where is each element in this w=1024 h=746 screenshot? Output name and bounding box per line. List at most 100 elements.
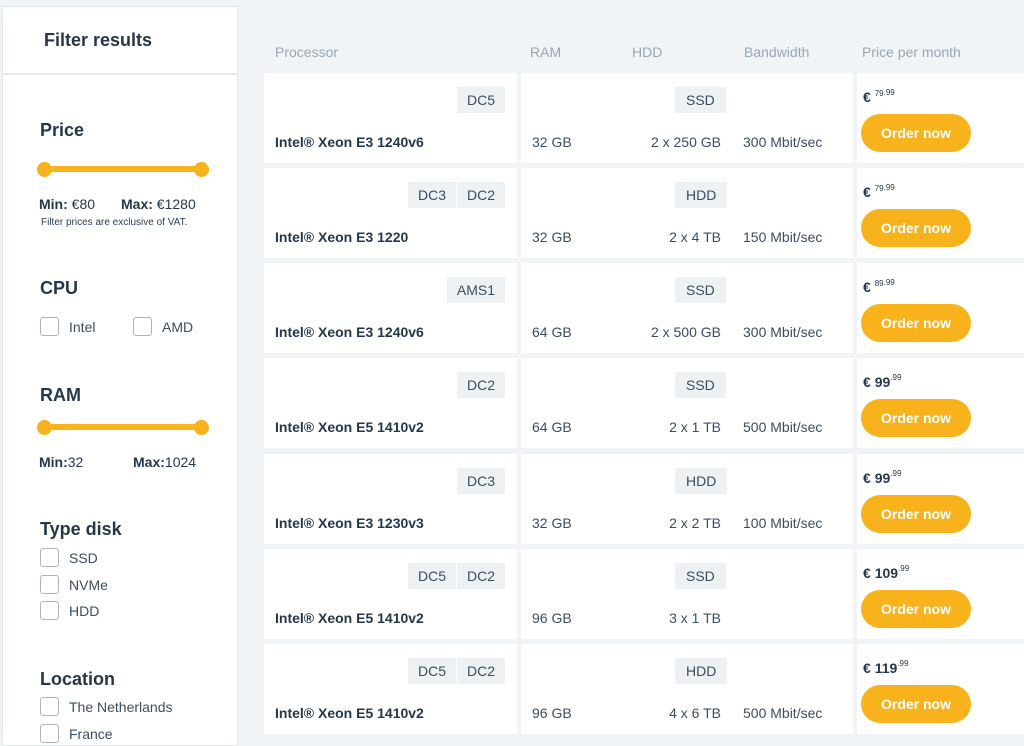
table-row: DC2 Intel® Xeon E5 1410v2 64 GB SSD 2 x 1 TB… [264,358,1024,448]
ram-slider[interactable] [37,420,209,435]
hdd-checkbox[interactable] [40,601,59,620]
location-option-netherlands[interactable]: The Netherlands [40,697,173,716]
price-slider-track [39,166,207,172]
header-bandwidth: Bandwidth [744,44,810,60]
ram-value: 96 GB [532,610,572,626]
table-row: DC2 DC3 Intel® Xeon E3 1220 32 GB HDD 2 x 4 T… [264,168,1024,258]
price-cell: € 99.99 Order now [857,454,1024,544]
order-now-button[interactable]: Order now [861,209,971,247]
order-now-button[interactable]: Order now [861,685,971,723]
specs-cell: 64 GB SSD 2 x 500 GB 300 Mbit/sec [521,263,853,353]
price-value: € 119.99 [863,659,909,676]
france-checkbox[interactable] [40,724,59,743]
netherlands-checkbox[interactable] [40,697,59,716]
ram-max: Max:1024 [133,454,197,470]
price-value: € 99.99 [863,469,902,486]
processor-name: Intel® Xeon E3 1230v3 [275,515,424,531]
nvme-checkbox[interactable] [40,575,59,594]
processor-cell: DC5 Intel® Xeon E3 1240v6 [264,73,517,163]
netherlands-label: The Netherlands [69,698,173,715]
processor-cell: DC2 Intel® Xeon E5 1410v2 [264,358,517,448]
hdd-value: 2 x 1 TB [669,419,721,435]
specs-cell: 32 GB SSD 2 x 250 GB 300 Mbit/sec [521,73,853,163]
order-now-button[interactable]: Order now [861,590,971,628]
header-hdd: HDD [632,44,663,60]
header-ram: RAM [530,44,562,60]
processor-name: Intel® Xeon E3 1220 [275,229,409,245]
price-min-handle[interactable] [37,162,52,177]
order-now-button[interactable]: Order now [861,114,971,152]
table-row: DC3 Intel® Xeon E3 1230v3 32 GB HDD 2 x 2 TB… [264,454,1024,544]
datacenter-tag: DC2 [456,372,505,398]
ram-min-handle[interactable] [37,420,52,435]
ram-max-handle[interactable] [194,420,209,435]
ram-min: Min:32 [39,454,84,470]
processor-name: Intel® Xeon E5 1410v2 [275,705,424,721]
price-value: € 79.99 [863,183,895,200]
order-now-button[interactable]: Order now [861,495,971,533]
cpu-option-intel[interactable]: Intel [40,317,95,336]
price-value: € 109.99 [863,564,910,581]
price-cell: € 79.99 Order now [857,168,1024,258]
price-value: € 79.99 [863,88,895,105]
hdd-value: 3 x 1 TB [669,610,721,626]
datacenter-tag: DC2 [456,563,505,589]
table-row: DC5 Intel® Xeon E3 1240v6 32 GB SSD 2 x 250 … [264,73,1024,163]
price-cell: € 109.99 Order now [857,549,1024,639]
table-row: DC2 DC5 Intel® Xeon E5 1410v2 96 GB SSD 3 x 1… [264,549,1024,639]
processor-name: Intel® Xeon E5 1410v2 [275,610,424,626]
nvme-label: NVMe [69,576,108,593]
intel-label: Intel [69,318,96,335]
processor-cell: DC2 DC5 Intel® Xeon E5 1410v2 [264,549,517,639]
ram-slider-track [39,424,207,430]
ram-value: 96 GB [532,705,572,721]
disk-type-tag: SSD [675,87,726,113]
hdd-value: 2 x 2 TB [669,515,721,531]
cpu-option-amd[interactable]: AMD [133,317,193,336]
order-now-button[interactable]: Order now [861,399,971,437]
datacenter-tag: DC2 [456,182,505,208]
price-cell: € 119.99 Order now [857,644,1024,734]
price-note: Filter prices are exclusive of VAT. [41,217,188,228]
datacenter-tag: DC2 [456,658,505,684]
disk-title: Type disk [40,519,122,539]
disk-type-tag: HDD [675,658,728,684]
specs-cell: 96 GB SSD 3 x 1 TB [521,549,853,639]
bandwidth-value: 100 Mbit/sec [743,515,823,531]
disk-type-tag: HDD [675,182,728,208]
price-cell: € 79.99 Order now [857,73,1024,163]
bandwidth-value: 300 Mbit/sec [743,134,823,150]
processor-cell: DC2 DC3 Intel® Xeon E3 1220 [264,168,517,258]
hdd-value: 2 x 250 GB [650,134,721,150]
ram-value: 64 GB [532,324,572,340]
datacenter-tag: DC5 [456,87,505,113]
disk-option-hdd[interactable]: HDD [40,601,99,620]
ssd-label: SSD [69,549,98,566]
ssd-checkbox[interactable] [40,548,59,567]
ram-value: 32 GB [532,515,572,531]
table-row: DC2 DC5 Intel® Xeon E5 1410v2 96 GB HDD 4 x 6… [264,644,1024,734]
amd-checkbox[interactable] [133,317,152,336]
datacenter-tag: DC3 [407,182,456,208]
ram-title: RAM [40,385,81,405]
header-price: Price per month [862,44,961,60]
price-max-handle[interactable] [194,162,209,177]
hdd-label: HDD [69,602,100,619]
order-now-button[interactable]: Order now [861,304,971,342]
price-value: € 89.99 [863,278,895,295]
intel-checkbox[interactable] [40,317,59,336]
disk-option-ssd[interactable]: SSD [40,548,98,567]
price-title: Price [40,120,85,140]
price-slider[interactable] [37,162,209,177]
processor-cell: DC3 Intel® Xeon E3 1230v3 [264,454,517,544]
location-option-france[interactable]: France [40,724,113,743]
table-header: Processor RAM HDD Bandwidth Price per mo… [264,42,1024,64]
price-value: € 99.99 [863,373,902,390]
header-processor: Processor [275,44,339,60]
hdd-value: 2 x 4 TB [669,229,721,245]
bandwidth-value: 500 Mbit/sec [743,705,823,721]
disk-option-nvme[interactable]: NVMe [40,575,108,594]
price-max: Max: €1280 [121,196,196,212]
price-min: Min: €80 [39,196,96,212]
filter-sidebar: Filter results Price Min: €80 Max: €1280… [2,6,238,746]
